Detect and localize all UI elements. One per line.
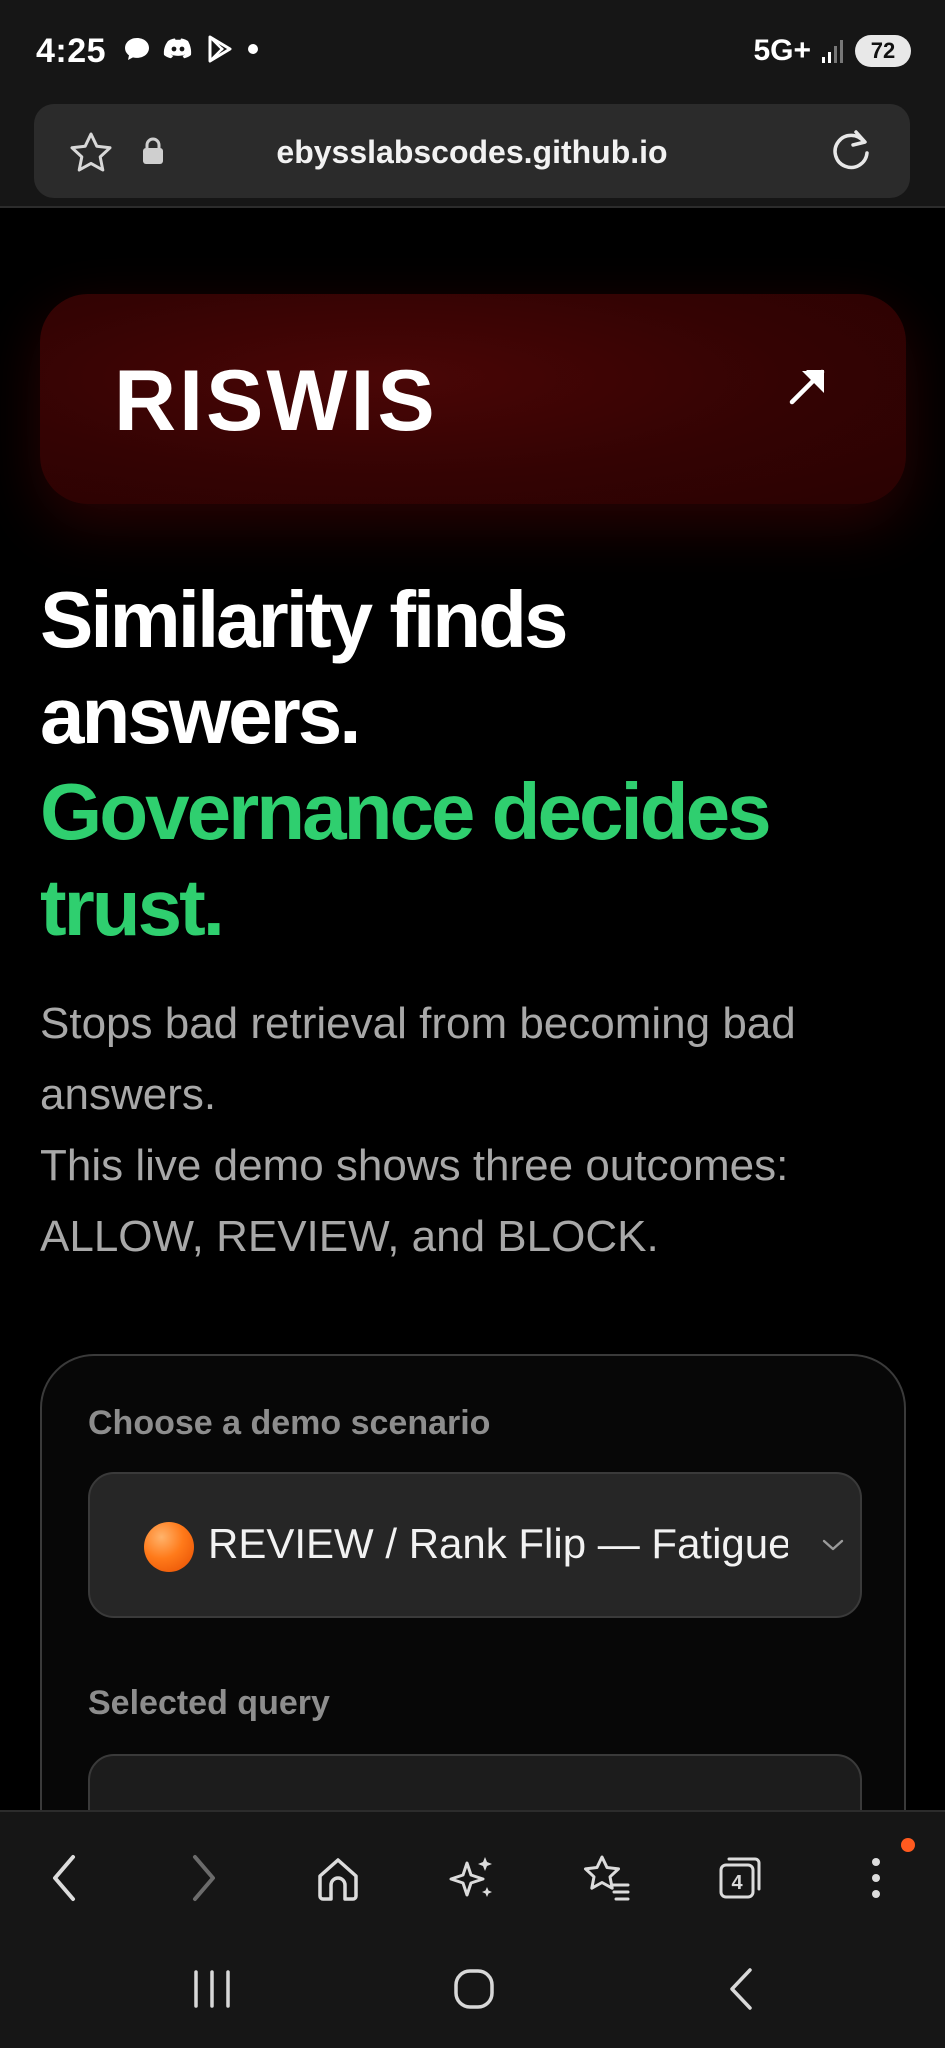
home-button[interactable]	[310, 1850, 366, 1906]
hero-line-1: Similarity finds	[40, 575, 568, 664]
assistant-button[interactable]	[444, 1850, 500, 1906]
hero-heading: Similarity finds answers. Governance dec…	[40, 572, 900, 956]
more-menu-button[interactable]	[848, 1850, 904, 1906]
scenario-label: Choose a demo scenario	[88, 1404, 491, 1442]
chat-bubble-icon	[125, 38, 149, 60]
subtitle-line: answers.	[40, 1070, 217, 1119]
system-nav-bar	[0, 1938, 945, 2048]
page-content: RISWIS Similarity finds answers. Governa…	[0, 210, 945, 1954]
review-orange-circle-icon	[144, 1522, 194, 1572]
battery-indicator: 72	[855, 35, 911, 67]
external-link-arrow-icon[interactable]	[786, 364, 830, 408]
subtitle-line: This live demo shows three outcomes:	[40, 1141, 789, 1190]
scenario-select[interactable]: REVIEW / Rank Flip — Fatigue	[88, 1472, 862, 1618]
tab-count: 4	[731, 1872, 743, 1894]
sparkle-icon	[449, 1857, 492, 1897]
recent-apps-icon[interactable]	[190, 1966, 234, 2012]
url-text[interactable]: ebysslabscodes.github.io	[34, 134, 910, 171]
hero-line-3: Governance decides	[40, 767, 772, 856]
back-button[interactable]	[36, 1850, 92, 1906]
bookmarks-icon	[584, 1855, 630, 1901]
update-badge-dot	[901, 1838, 915, 1852]
brand-card[interactable]: RISWIS	[40, 294, 906, 504]
status-time: 4:25	[36, 32, 107, 70]
chevron-down-icon	[822, 1539, 844, 1551]
browser-toolbar: 4	[0, 1810, 945, 1938]
network-label: 5G+	[753, 34, 811, 67]
tabs-icon: 4	[719, 1857, 761, 1899]
subtitle-line: Stops bad retrieval from becoming bad	[40, 999, 796, 1048]
discord-icon	[163, 38, 192, 59]
back-nav-icon[interactable]	[724, 1966, 758, 2012]
status-notification-icons	[122, 34, 258, 64]
home-nav-icon[interactable]	[452, 1966, 496, 2012]
address-bar[interactable]: ebysslabscodes.github.io	[34, 104, 910, 198]
bookmarks-button[interactable]	[578, 1850, 634, 1906]
scenario-selected-value: REVIEW / Rank Flip — Fatigue	[208, 1520, 788, 1567]
back-icon	[53, 1855, 75, 1901]
more-icon	[872, 1858, 880, 1898]
notification-dot	[248, 44, 258, 54]
home-icon	[318, 1858, 358, 1901]
status-bar: 4:25 5G+ 72	[0, 0, 945, 100]
brand-name: RISWIS	[114, 353, 438, 449]
forward-button[interactable]	[176, 1850, 232, 1906]
browser-address-area: ebysslabscodes.github.io	[0, 100, 945, 208]
hero-line-4: trust.	[40, 863, 225, 952]
reload-icon[interactable]	[826, 126, 876, 176]
hero-line-2: answers.	[40, 671, 361, 760]
query-label: Selected query	[88, 1684, 330, 1722]
forward-icon	[193, 1855, 215, 1901]
play-store-icon	[208, 35, 232, 63]
subtitle: Stops bad retrieval from becoming bad an…	[40, 988, 910, 1272]
status-right: 5G+ 72	[753, 34, 911, 68]
screen: 4:25 5G+ 72 ebysslabscodes.github.io RIS…	[0, 0, 945, 2048]
signal-icon	[822, 40, 843, 63]
subtitle-line: ALLOW, REVIEW, and BLOCK.	[40, 1212, 659, 1261]
tabs-button[interactable]: 4	[712, 1850, 768, 1906]
